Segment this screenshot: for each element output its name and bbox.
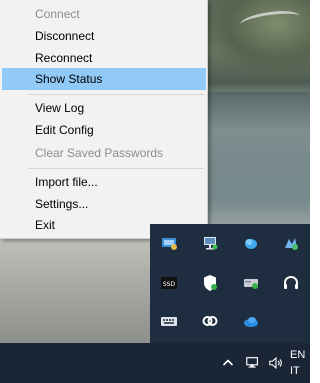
menu-item-reconnect[interactable]: Reconnect [2, 47, 206, 69]
network-adapter-icon[interactable] [158, 232, 180, 254]
link-icon[interactable] [199, 310, 221, 332]
drive-sync-icon[interactable] [240, 272, 262, 294]
network-status-icon[interactable] [243, 343, 263, 383]
menu-separator [28, 168, 204, 169]
menu-item-show-status[interactable]: Show Status [2, 68, 206, 90]
language-line2: IT [290, 365, 300, 377]
language-indicator[interactable]: EN IT [290, 347, 314, 379]
volume-icon[interactable] [266, 343, 286, 383]
show-hidden-icons-chevron-icon[interactable] [220, 343, 236, 383]
tray-overflow-flyout: SSD [150, 224, 310, 343]
onedrive-cloud-icon[interactable] [240, 232, 262, 254]
svg-text:SSD: SSD [163, 281, 176, 288]
headset-icon[interactable] [280, 272, 302, 294]
wallpaper-shore [0, 230, 160, 343]
bluetooth-manager-icon[interactable] [280, 232, 302, 254]
menu-item-import-file[interactable]: Import file... [2, 171, 206, 193]
windows-security-icon[interactable] [199, 272, 221, 294]
keyboard-icon[interactable] [158, 310, 180, 332]
openvpn-context-menu: Connect Disconnect Reconnect Show Status… [0, 0, 208, 239]
menu-item-edit-config[interactable]: Edit Config [2, 119, 206, 141]
menu-item-settings[interactable]: Settings... [2, 193, 206, 215]
menu-item-connect[interactable]: Connect [2, 3, 206, 25]
language-line1: EN [290, 349, 306, 361]
remote-display-icon[interactable] [199, 232, 221, 254]
menu-item-view-log[interactable]: View Log [2, 97, 206, 119]
menu-item-clear-saved-passwords[interactable]: Clear Saved Passwords [2, 142, 206, 164]
ssd-tool-icon[interactable]: SSD [158, 272, 180, 294]
menu-item-disconnect[interactable]: Disconnect [2, 25, 206, 47]
taskbar: EN IT [0, 343, 310, 383]
onedrive-icon[interactable] [240, 310, 262, 332]
menu-separator [28, 94, 204, 95]
